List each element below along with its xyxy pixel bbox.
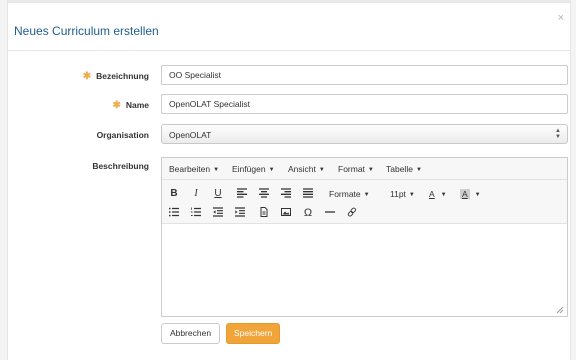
- insert-image-button[interactable]: [278, 206, 294, 220]
- bullet-list-button[interactable]: [166, 206, 182, 220]
- description-edit-area[interactable]: [162, 225, 567, 316]
- outdent-button[interactable]: [210, 206, 226, 220]
- bullet-list-icon: [169, 208, 179, 217]
- special-character-button[interactable]: Ω: [300, 206, 316, 220]
- background-color-icon: A: [460, 189, 470, 199]
- menu-tabelle[interactable]: Tabelle ▼: [386, 164, 422, 174]
- cancel-button[interactable]: Abbrechen: [161, 323, 220, 344]
- link-icon: [347, 207, 356, 217]
- bezeichnung-label: ✱ Bezeichnung: [82, 71, 149, 82]
- caret-down-icon: ▼: [213, 167, 220, 173]
- caret-down-icon: ▼: [318, 167, 325, 173]
- caret-down-icon: ▼: [440, 192, 447, 198]
- formats-dropdown[interactable]: Formate ▼: [329, 187, 370, 202]
- menu-ansicht[interactable]: Ansicht ▼: [288, 164, 325, 174]
- align-right-button[interactable]: [278, 187, 294, 201]
- required-icon: ✱: [112, 100, 121, 111]
- required-icon: ✱: [82, 71, 92, 82]
- name-input[interactable]: [161, 94, 568, 114]
- menu-bearbeiten[interactable]: Bearbeiten ▼: [169, 164, 219, 174]
- align-justify-button[interactable]: [300, 187, 316, 201]
- horizontal-rule-icon: [325, 211, 335, 214]
- align-left-icon: [237, 188, 247, 199]
- indent-icon: [235, 207, 245, 217]
- rich-text-editor: Bearbeiten ▼ Einfügen ▼ Ansicht ▼ Format ▼ T…: [161, 157, 568, 317]
- caret-down-icon: ▼: [408, 192, 415, 198]
- caret-down-icon: ▼: [474, 192, 481, 198]
- save-button[interactable]: Speichern: [226, 323, 280, 344]
- dialog-title: Neues Curriculum erstellen: [14, 24, 159, 38]
- select-arrows-icon: ▲ ▼: [555, 128, 561, 140]
- bezeichnung-input[interactable]: [161, 65, 568, 85]
- align-right-icon: [281, 188, 291, 199]
- file-icon: [260, 207, 268, 218]
- align-justify-icon: [303, 188, 313, 199]
- close-icon[interactable]: ×: [558, 13, 564, 24]
- organisation-label: Organisation: [96, 130, 149, 140]
- caret-down-icon: ▼: [367, 167, 374, 173]
- numbered-list-button[interactable]: [188, 206, 204, 220]
- indent-button[interactable]: [232, 206, 248, 220]
- outdent-icon: [213, 207, 223, 217]
- curriculum-dialog: Neues Curriculum erstellen × ✱ Bezeichnun…: [8, 3, 570, 360]
- name-label: ✱ Name: [112, 100, 149, 111]
- editor-toolbar: B I U Formate ▼ 11pt ▼ A ▼ A ▼ Ω: [162, 180, 567, 224]
- resize-handle-icon[interactable]: [556, 306, 564, 314]
- italic-button[interactable]: I: [188, 187, 204, 201]
- organisation-select[interactable]: OpenOLAT ▲ ▼: [161, 124, 568, 144]
- background-right: [570, 0, 576, 360]
- dialog-header: Neues Curriculum erstellen ×: [8, 3, 570, 51]
- editor-menubar: Bearbeiten ▼ Einfügen ▼ Ansicht ▼ Format ▼ T…: [162, 158, 567, 180]
- caret-down-icon: ▼: [268, 167, 275, 173]
- caret-down-icon: ▼: [415, 167, 422, 173]
- underline-button[interactable]: U: [210, 187, 226, 201]
- link-button[interactable]: [344, 206, 360, 220]
- menu-einfuegen[interactable]: Einfügen ▼: [232, 164, 275, 174]
- align-center-button[interactable]: [256, 187, 272, 201]
- menu-format[interactable]: Format ▼: [338, 164, 374, 174]
- background-left: [0, 0, 8, 360]
- bold-button[interactable]: B: [166, 187, 182, 201]
- organisation-selected-value: OpenOLAT: [169, 130, 212, 140]
- beschreibung-label: Beschreibung: [92, 161, 149, 171]
- font-size-dropdown[interactable]: 11pt ▼: [390, 187, 415, 202]
- align-center-icon: [259, 188, 269, 199]
- text-color-button[interactable]: A ▼: [429, 187, 447, 202]
- numbered-list-icon: [190, 207, 201, 217]
- text-color-icon: A: [429, 189, 435, 199]
- align-left-button[interactable]: [234, 187, 250, 201]
- insert-file-button[interactable]: [256, 206, 272, 220]
- background-color-button[interactable]: A ▼: [460, 187, 481, 202]
- image-icon: [281, 208, 291, 217]
- horizontal-rule-button[interactable]: [322, 206, 338, 220]
- caret-down-icon: ▼: [363, 192, 370, 198]
